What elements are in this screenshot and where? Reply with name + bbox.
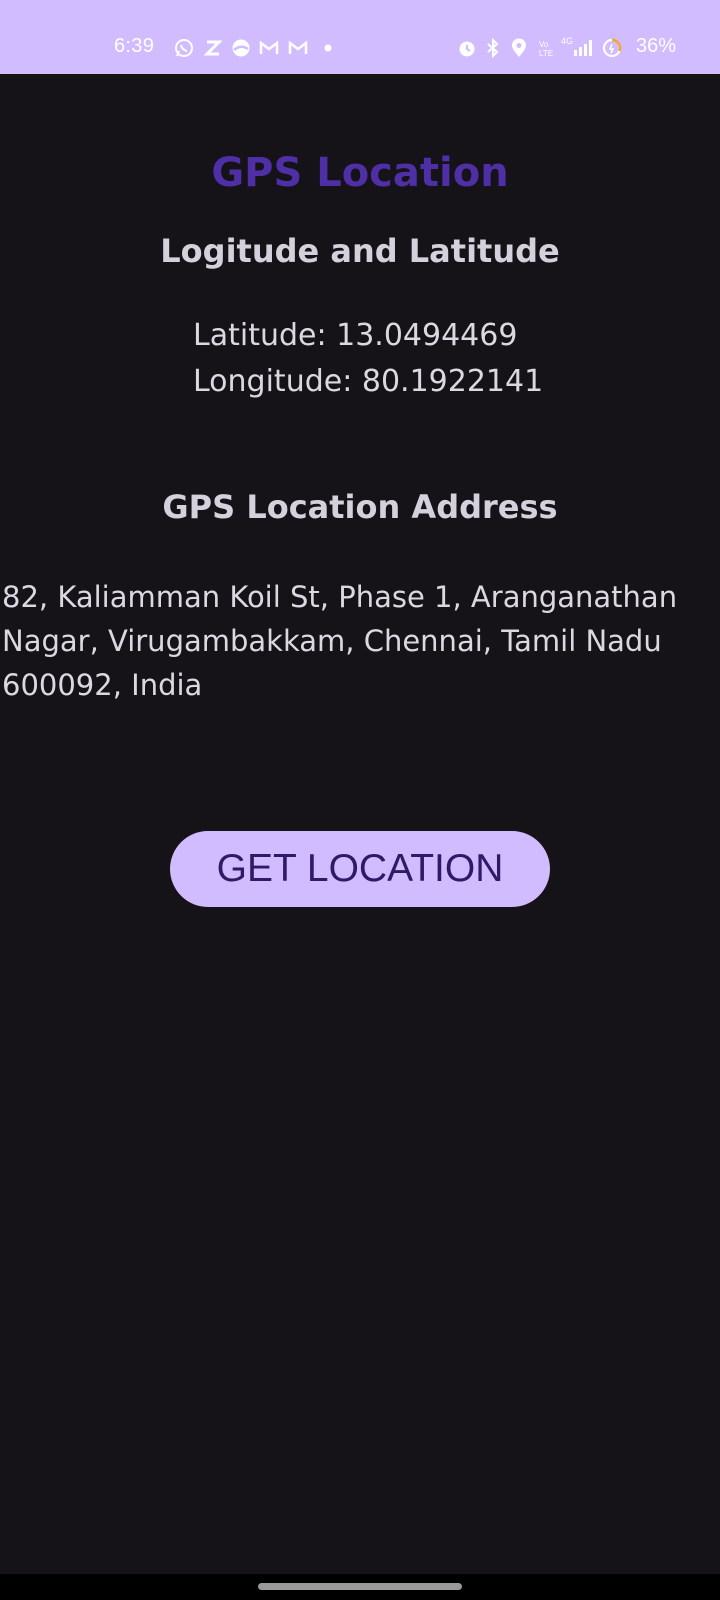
battery-percentage: 36% <box>636 35 677 57</box>
latitude-text: Latitude: 13.0494469 <box>193 318 518 353</box>
address-line: 600092, India <box>2 668 203 702</box>
page-title: GPS Location <box>211 150 509 196</box>
dot-icon <box>324 44 332 52</box>
longitude-text: Longitude: 80.1922141 <box>193 364 544 399</box>
status-bar: 6:39 Vo LTE 4G 36% <box>0 0 720 74</box>
gmail-icon <box>259 40 279 54</box>
coords-heading: Logitude and Latitude <box>160 232 560 270</box>
location-icon <box>512 38 526 57</box>
alarm-icon <box>459 41 475 57</box>
address-text: 82, Kaliamman Koil St, Phase 1, Arangana… <box>2 575 718 707</box>
battery-icon <box>602 38 622 58</box>
status-time: 6:39 <box>114 35 155 57</box>
address-heading: GPS Location Address <box>162 488 558 526</box>
address-line: Nagar, Virugambakkam, Chennai, Tamil Nad… <box>2 624 662 658</box>
z-app-icon <box>203 40 223 56</box>
svg-text:LTE: LTE <box>539 49 553 58</box>
svg-text:Vo: Vo <box>539 40 549 49</box>
volte-icon: Vo LTE <box>539 40 553 58</box>
address-line: 82, Kaliamman Koil St, Phase 1, Arangana… <box>2 580 678 614</box>
gmail-icon <box>288 40 308 54</box>
vpn-icon <box>232 39 250 57</box>
signal-icon <box>574 40 592 56</box>
bluetooth-icon <box>487 38 499 58</box>
gesture-handle[interactable] <box>258 1583 462 1590</box>
whatsapp-icon <box>175 39 193 57</box>
get-location-button[interactable]: GET LOCATION <box>170 831 550 907</box>
app-screen: 6:39 Vo LTE 4G 36% GPS Location Logitude… <box>0 0 720 1600</box>
